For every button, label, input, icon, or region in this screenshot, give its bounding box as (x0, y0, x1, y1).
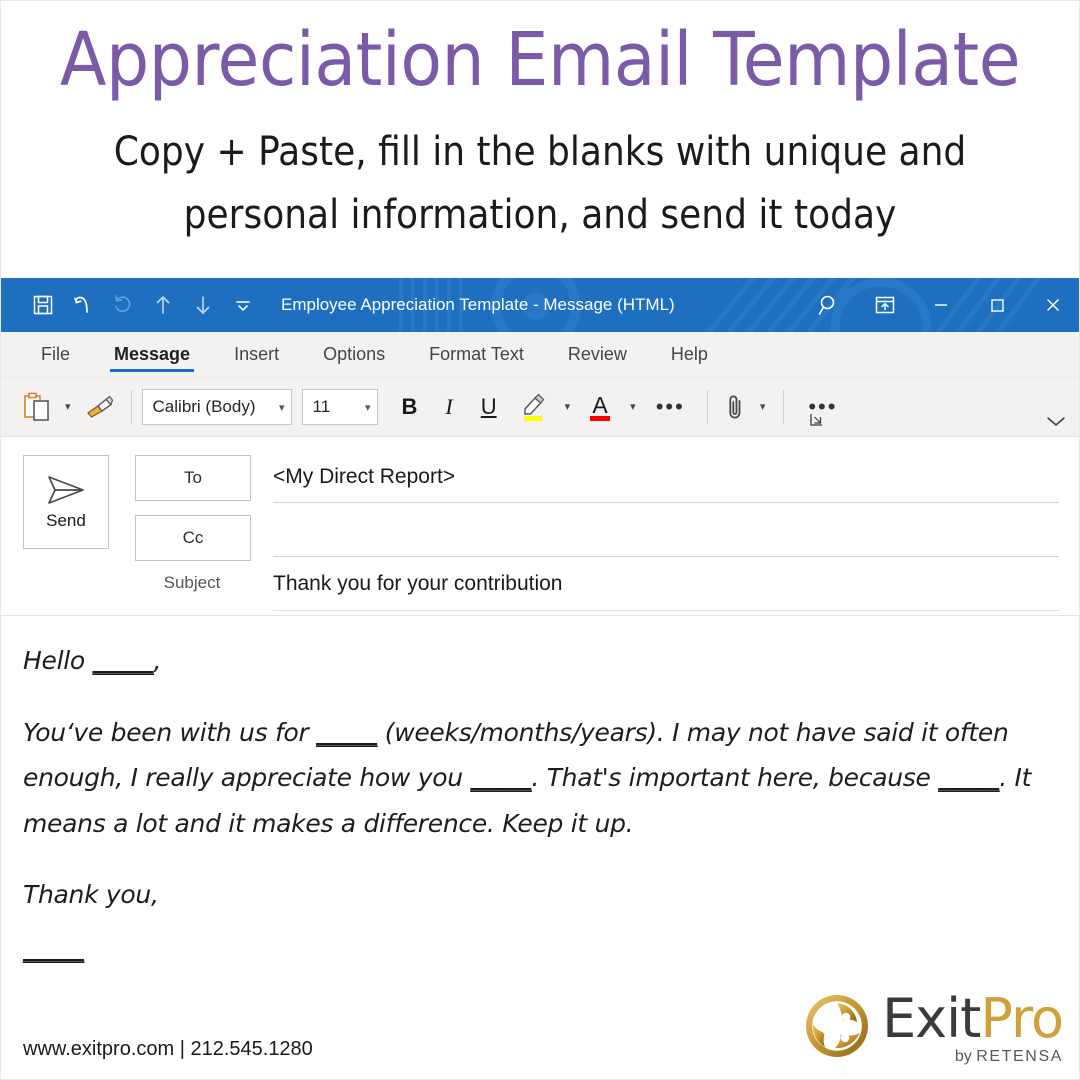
more-formatting-options-button[interactable]: ••• (656, 396, 685, 418)
window-title: Employee Appreciation Template - Message… (281, 295, 675, 314)
customize-quick-access-icon[interactable] (223, 285, 263, 325)
italic-button[interactable]: I (445, 394, 452, 420)
cc-input[interactable] (273, 503, 1059, 557)
exitpro-logo: ExitPro by RETENSA (804, 992, 1064, 1065)
signature-blank: _____ (23, 933, 85, 963)
dialog-box-launcher-icon[interactable] (809, 412, 825, 431)
previous-item-icon[interactable] (143, 285, 183, 325)
toolbar-separator-3 (783, 390, 785, 424)
font-color-chevron-down-icon[interactable]: ▾ (622, 401, 644, 413)
subject-label: Subject (163, 573, 221, 592)
tab-file[interactable]: File (19, 332, 92, 377)
subject-input[interactable]: Thank you for your contribution (273, 557, 1059, 611)
page-title: Appreciation Email Template (59, 17, 1021, 103)
paragraph-1-blank-2: _____ (470, 763, 532, 792)
tab-insert[interactable]: Insert (212, 332, 301, 377)
tab-review[interactable]: Review (546, 332, 649, 377)
compose-header: Send To Cc Subject <My Direct Report> Th… (1, 437, 1079, 615)
font-size-chevron-down-icon[interactable]: ▾ (365, 401, 371, 414)
body-closing: Thank you, (23, 880, 159, 909)
footer-contact: www.exitpro.com | 212.545.1280 (23, 1038, 313, 1060)
appreciation-email-template-graphic: Appreciation Email Template Copy + Paste… (0, 0, 1080, 1080)
to-input[interactable]: <My Direct Report> (273, 451, 1059, 503)
window-controls (801, 281, 1079, 329)
paragraph-1-blank-1: _____ (316, 717, 378, 747)
toolbar-separator-2 (706, 390, 708, 424)
cc-button[interactable]: Cc (135, 515, 251, 561)
logo-word-exit: Exit (882, 987, 981, 1051)
paragraph-1-part-a: You‘ve been with us for (23, 717, 317, 747)
body-greeting: Hello _____, (23, 638, 1055, 684)
save-icon[interactable] (23, 285, 63, 325)
greeting-comma: , (153, 646, 162, 675)
tab-message[interactable]: Message (92, 332, 212, 377)
outlook-compose-window: Employee Appreciation Template - Message… (1, 278, 1079, 1079)
highlight-color-chevron-down-icon[interactable]: ▾ (557, 401, 579, 413)
logo-tagline: by RETENSA (955, 1049, 1063, 1065)
promo-header: Appreciation Email Template Copy + Paste… (1, 1, 1079, 247)
logo-words: ExitPro (882, 992, 1064, 1046)
undo-icon[interactable] (63, 285, 103, 325)
font-color-icon[interactable]: A (578, 385, 622, 429)
ribbon-display-options-icon[interactable] (857, 281, 913, 329)
page-subtitle: Copy + Paste, fill in the blanks with un… (113, 129, 967, 239)
send-button[interactable]: Send (23, 455, 109, 549)
exitpro-swirl-logo-icon (806, 995, 869, 1058)
paste-options-chevron-down-icon[interactable]: ▾ (57, 401, 79, 413)
font-name-value: Calibri (Body) (152, 397, 256, 416)
search-icon[interactable] (801, 281, 857, 329)
font-name-select[interactable]: Calibri (Body) ▾ (141, 389, 292, 425)
logo-word-pro: Pro (980, 987, 1064, 1051)
next-item-icon[interactable] (183, 285, 223, 325)
tab-options[interactable]: Options (301, 332, 407, 377)
font-size-select[interactable]: 11 ▾ (301, 389, 378, 425)
logo-wordmark: ExitPro by RETENSA (882, 992, 1064, 1065)
attach-file-icon[interactable] (718, 385, 752, 429)
format-painter-icon[interactable] (79, 385, 121, 429)
greeting-text: Hello (23, 646, 93, 675)
toolbar-separator (130, 390, 132, 424)
quick-access-toolbar (1, 285, 263, 325)
text-highlight-color-icon[interactable] (511, 385, 557, 429)
font-size-value: 11 (312, 397, 331, 416)
formatting-toolbar: ▾ Calibri (Body) ▾ 11 ▾ B I U ▾ A ▾ ••• … (1, 378, 1079, 437)
tab-format-text[interactable]: Format Text (407, 332, 546, 377)
logo-tagline-brand: RETENSA (976, 1048, 1063, 1065)
svg-text:A: A (593, 392, 609, 418)
body-signature-blank: _____ (23, 926, 1055, 972)
message-body[interactable]: Hello _____, You‘ve been with us for ___… (1, 616, 1079, 972)
maximize-icon[interactable] (969, 281, 1025, 329)
send-button-label: Send (46, 511, 86, 530)
paragraph-1-blank-3: _____ (938, 763, 1000, 792)
bold-button[interactable]: B (402, 394, 418, 420)
underline-button[interactable]: U (481, 394, 497, 420)
to-button[interactable]: To (135, 455, 251, 501)
paste-icon[interactable] (17, 385, 57, 429)
minimize-icon[interactable] (913, 281, 969, 329)
ribbon-tab-strip: File Message Insert Options Format Text … (1, 332, 1079, 378)
paragraph-1-part-c: . That's important here, because (531, 763, 939, 792)
greeting-blank: _____ (92, 646, 154, 675)
window-title-bar: Employee Appreciation Template - Message… (1, 278, 1079, 332)
send-paper-plane-icon (48, 476, 84, 504)
body-paragraph-1: You‘ve been with us for _____ (weeks/mon… (23, 710, 1055, 847)
attach-options-chevron-down-icon[interactable]: ▾ (752, 401, 774, 413)
redo-icon (103, 285, 143, 325)
tab-help[interactable]: Help (649, 332, 730, 377)
close-icon[interactable] (1025, 281, 1079, 329)
font-name-chevron-down-icon[interactable]: ▾ (279, 401, 285, 414)
collapse-ribbon-icon[interactable] (1045, 414, 1067, 432)
logo-tagline-by: by (954, 1048, 977, 1065)
